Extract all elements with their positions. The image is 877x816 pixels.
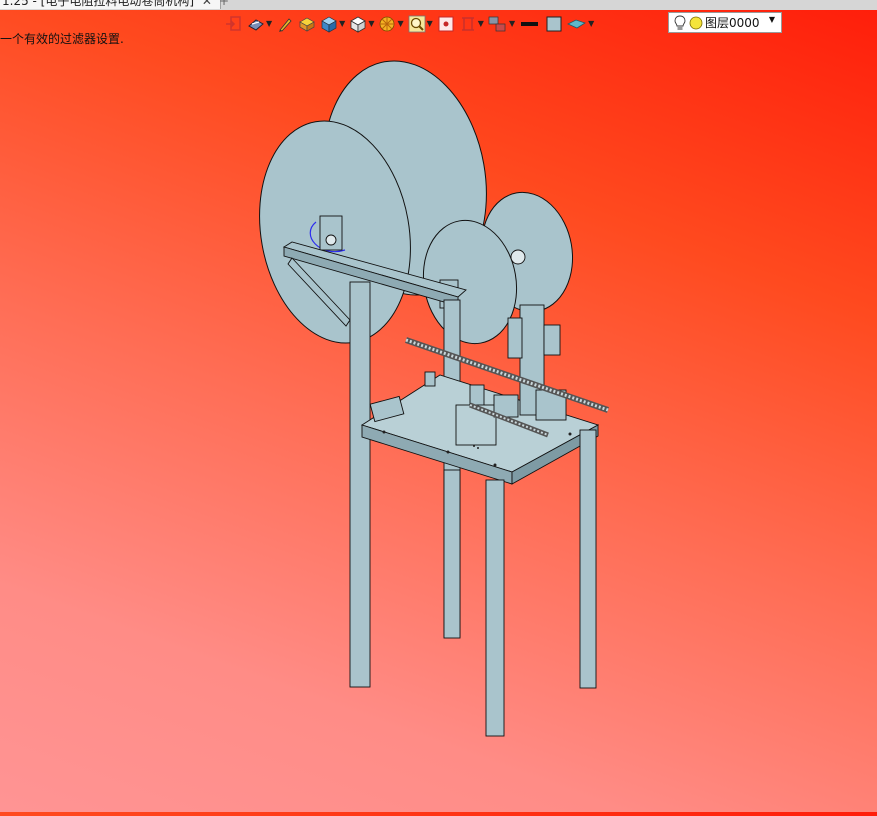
- display-style-icon: [248, 19, 264, 31]
- 3d-viewport[interactable]: [0, 40, 877, 812]
- display-style-button[interactable]: ▼: [247, 13, 272, 35]
- layer-group-button[interactable]: ▼: [488, 13, 515, 35]
- close-tab-icon[interactable]: ✕: [202, 0, 212, 8]
- box-color-icon: [299, 17, 315, 32]
- chevron-down-icon[interactable]: ▼: [478, 13, 484, 35]
- pen-icon: [279, 18, 292, 32]
- line-style-icon: [521, 22, 539, 26]
- layer-group-icon: [488, 16, 506, 32]
- plane-button[interactable]: ▼: [567, 13, 594, 35]
- document-tab-bar: 1.25 - [电子电阻拉料电动卷筒机构] ✕ +: [0, 0, 877, 10]
- document-tab[interactable]: 1.25 - [电子电阻拉料电动卷筒机构] ✕: [0, 0, 221, 9]
- new-tab-icon[interactable]: +: [219, 0, 229, 8]
- cube-blue-icon: [321, 16, 337, 33]
- chevron-down-icon[interactable]: ▼: [588, 13, 594, 35]
- chevron-down-icon[interactable]: ▼: [397, 13, 403, 35]
- chevron-down-icon[interactable]: ▼: [509, 13, 515, 35]
- view-toolbar: ▼ ▼ ▼ ▼ ▼ ▼ ▼ ▼: [225, 11, 594, 37]
- cube-white-button[interactable]: ▼: [349, 13, 374, 35]
- chevron-down-icon[interactable]: ▼: [266, 13, 272, 35]
- chevron-down-icon[interactable]: ▼: [769, 15, 775, 24]
- machine-model[interactable]: [0, 40, 877, 812]
- lightbulb-icon[interactable]: [673, 15, 687, 31]
- zoom-fit-button[interactable]: [437, 13, 455, 35]
- section-view-icon: [380, 16, 395, 32]
- document-tab-title: 1.25 - [电子电阻拉料电动卷筒机构]: [2, 0, 195, 8]
- view-orient-icon: [461, 17, 474, 31]
- color-swatch-button[interactable]: [545, 13, 563, 35]
- line-style-button[interactable]: [519, 13, 541, 35]
- layer-dropdown[interactable]: 图层0000 ▼: [668, 12, 782, 33]
- exit-sketch-icon: [226, 16, 241, 31]
- pen-button[interactable]: [276, 13, 294, 35]
- section-view-button[interactable]: ▼: [378, 13, 404, 35]
- zoom-button[interactable]: ▼: [408, 13, 433, 35]
- zoom-icon: [408, 15, 426, 33]
- cube-white-icon: [350, 16, 367, 33]
- layer-name: 图层0000: [705, 16, 760, 30]
- layer-color-icon[interactable]: [689, 16, 703, 30]
- exit-sketch-button[interactable]: [225, 13, 243, 35]
- frame-post-rear-left[interactable]: [349, 281, 371, 688]
- chevron-down-icon[interactable]: ▼: [427, 13, 433, 35]
- chevron-down-icon[interactable]: ▼: [368, 13, 374, 35]
- frame-post-mid[interactable]: [443, 469, 461, 639]
- view-orient-button[interactable]: ▼: [459, 13, 484, 35]
- cube-blue-button[interactable]: ▼: [320, 13, 345, 35]
- zoom-fit-icon: [438, 16, 454, 32]
- frame-post-front-left[interactable]: [485, 479, 505, 737]
- chevron-down-icon[interactable]: ▼: [339, 13, 345, 35]
- plane-icon: [567, 19, 587, 29]
- frame-post-front-right[interactable]: [579, 429, 597, 689]
- color-swatch-icon: [546, 16, 562, 32]
- box-color-button[interactable]: [298, 13, 316, 35]
